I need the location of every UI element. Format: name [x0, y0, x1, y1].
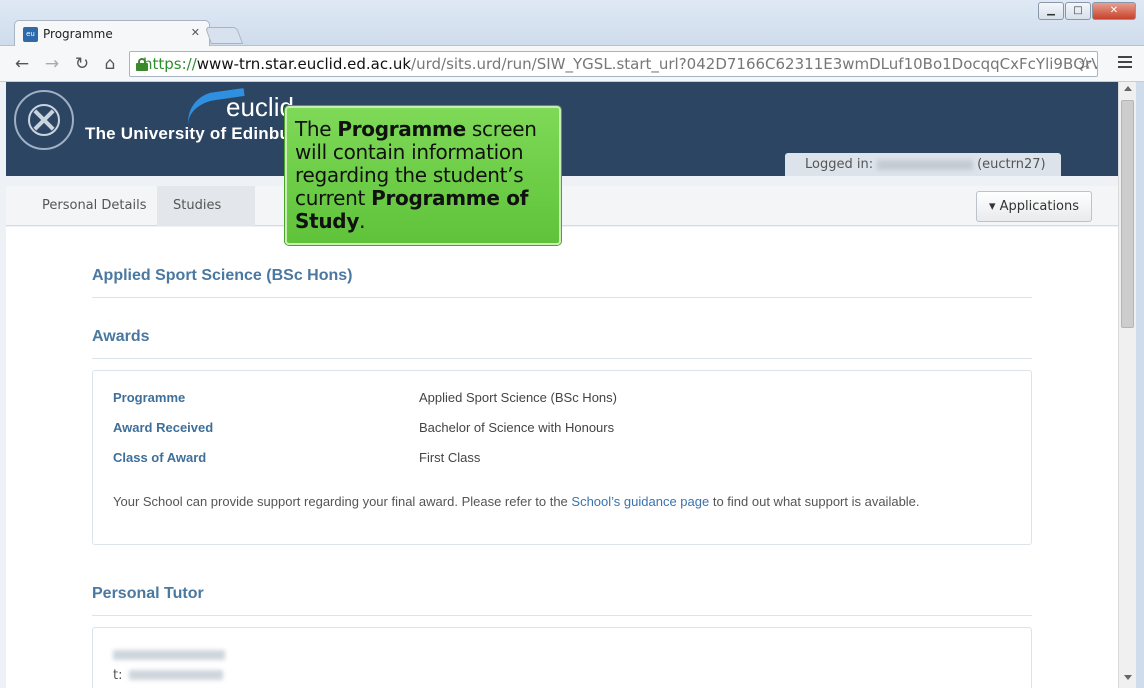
redacted-username — [877, 159, 974, 170]
scroll-up-icon[interactable] — [1124, 86, 1132, 91]
site-banner: The University of Edinburgh euclid Logge… — [6, 82, 1118, 176]
award-row-label: Award Received — [113, 420, 214, 435]
tutorial-callout: The Programme screen will contain inform… — [285, 106, 561, 245]
tutor-phone: t: — [113, 668, 223, 683]
callout-text: The Programme screen will contain inform… — [295, 117, 537, 233]
bookmark-star-icon[interactable]: ☆ — [1078, 54, 1093, 74]
university-crest-icon — [14, 90, 74, 150]
divider — [92, 358, 1032, 359]
tab-close-icon[interactable]: ✕ — [191, 26, 200, 39]
logged-in-indicator: Logged in: (euctrn27) — [785, 153, 1061, 176]
university-name: The University of Edinburgh — [85, 124, 319, 143]
personal-tutor-heading: Personal Tutor — [92, 585, 204, 602]
browser-menu-icon[interactable] — [1118, 56, 1132, 71]
reload-icon[interactable]: ↻ — [70, 52, 94, 76]
awards-heading: Awards — [92, 328, 150, 345]
address-bar[interactable]: https://www-trn.star.euclid.ed.ac.uk/urd… — [129, 51, 1098, 77]
window-controls: ▁ □ ✕ — [1037, 2, 1136, 20]
award-row-label: Programme — [113, 390, 186, 405]
awards-panel: Programme Applied Sport Science (BSc Hon… — [92, 370, 1032, 545]
forward-arrow-icon[interactable]: → — [40, 52, 64, 76]
applications-button[interactable]: ▾ Applications — [976, 191, 1092, 222]
nav-personal-details[interactable]: Personal Details — [26, 186, 162, 226]
url-text: https://www-trn.star.euclid.ed.ac.uk/urd… — [143, 55, 1098, 73]
browser-titlebar: eu Programme ✕ ▁ □ ✕ — [0, 0, 1144, 47]
minimize-icon[interactable]: ▁ — [1038, 2, 1064, 20]
back-arrow-icon[interactable]: ← — [10, 52, 34, 76]
browser-toolbar: ← → ↻ ⌂ https://www-trn.star.euclid.ed.a… — [0, 46, 1144, 82]
school-guidance-link[interactable]: School’s guidance page — [571, 494, 709, 509]
redacted-tutor-phone — [128, 670, 223, 680]
divider — [92, 615, 1032, 616]
nav-studies[interactable]: Studies — [157, 186, 255, 248]
award-row-value: Applied Sport Science (BSc Hons) — [419, 390, 617, 405]
page-viewport: The University of Edinburgh euclid Logge… — [6, 82, 1118, 688]
page-scrollbar[interactable] — [1118, 82, 1136, 688]
maximize-icon[interactable]: □ — [1065, 2, 1091, 20]
browser-tab[interactable]: eu Programme ✕ — [14, 20, 210, 47]
favicon-icon: eu — [23, 26, 38, 42]
personal-tutor-panel: t: — [92, 627, 1032, 688]
new-tab-button[interactable] — [204, 27, 244, 44]
window-frame — [1136, 82, 1144, 688]
programme-title: Applied Sport Science (BSc Hons) — [92, 267, 353, 284]
divider — [92, 297, 1032, 298]
award-row-value: First Class — [419, 450, 481, 465]
award-row-value: Bachelor of Science with Honours — [419, 420, 615, 435]
main-content: Applied Sport Science (BSc Hons) Awards … — [6, 227, 1118, 688]
award-row-label: Class of Award — [113, 450, 207, 465]
euclid-logo: euclid — [226, 92, 294, 122]
redacted-tutor-name — [113, 650, 225, 660]
scroll-down-icon[interactable] — [1124, 675, 1132, 680]
main-nav: Personal Details Studies ▾ Applications — [6, 186, 1118, 248]
tab-title: Programme — [43, 27, 113, 41]
close-window-icon[interactable]: ✕ — [1092, 2, 1136, 20]
home-icon[interactable]: ⌂ — [98, 52, 122, 76]
award-support-text: Your School can provide support regardin… — [113, 494, 920, 509]
scroll-thumb[interactable] — [1121, 100, 1134, 328]
